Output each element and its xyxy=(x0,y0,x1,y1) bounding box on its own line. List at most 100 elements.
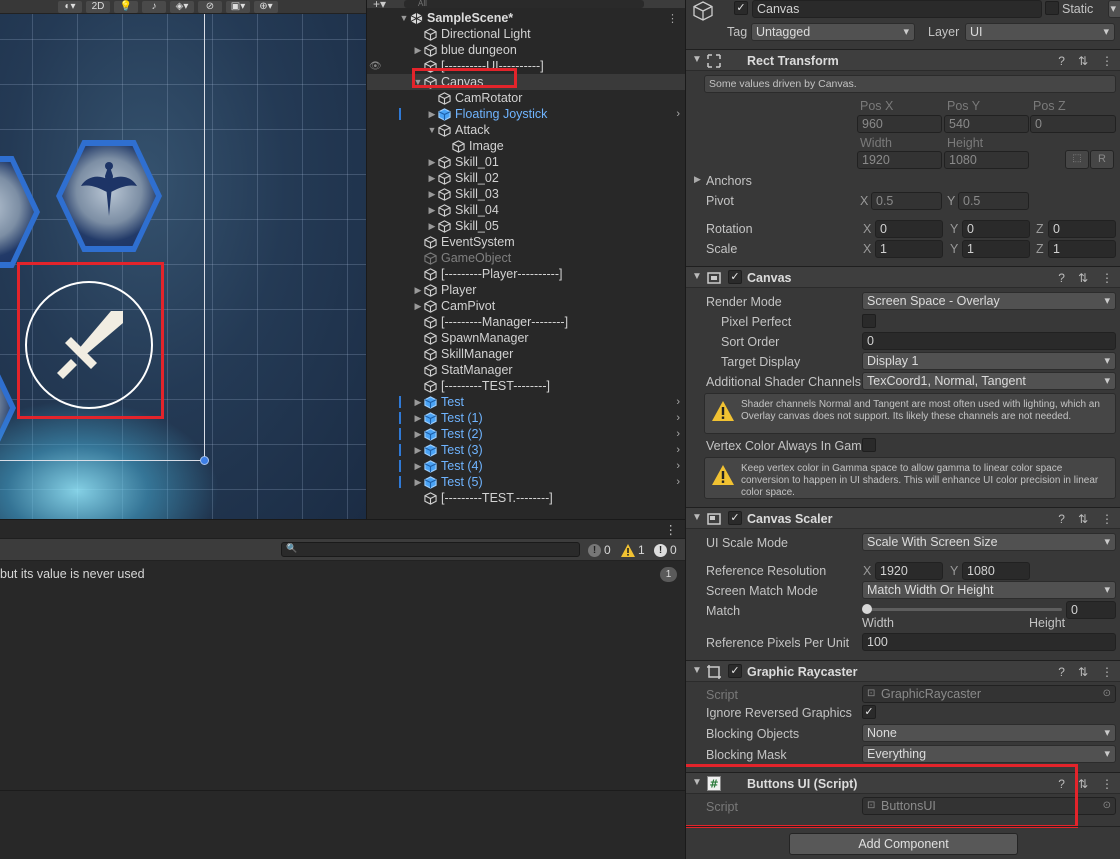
hierarchy-item[interactable]: ▶ Test (5) › xyxy=(367,474,685,490)
scale-y-field[interactable]: 1 xyxy=(962,240,1030,258)
add-component-button[interactable]: Add Component xyxy=(789,833,1018,855)
hierarchy-item[interactable]: ▶ Skill_01 xyxy=(367,154,685,170)
open-prefab-icon[interactable]: › xyxy=(676,476,680,488)
active-checkbox[interactable]: ✓ xyxy=(734,1,748,15)
warning-filter-button[interactable]: 1 xyxy=(621,542,645,558)
hierarchy-item[interactable]: [---------Player----------] xyxy=(367,266,685,282)
sort-order-field[interactable]: 0 xyxy=(862,332,1116,350)
component-menu-icon[interactable]: ⋮ xyxy=(1101,665,1113,679)
reference-ppu-field[interactable]: 100 xyxy=(862,633,1116,651)
error-filter-button[interactable]: ! 0 xyxy=(588,542,611,558)
expand-arrow-icon[interactable]: ▶ xyxy=(427,157,437,168)
hierarchy-item[interactable]: [---------TEST.--------] xyxy=(367,490,685,506)
width-field[interactable]: 1920 xyxy=(857,151,942,169)
graphic-raycaster-enabled-checkbox[interactable]: ✓ xyxy=(728,664,742,678)
hidden-objects-icon[interactable]: ⊘ xyxy=(198,0,222,13)
camera-icon[interactable]: ▣▾ xyxy=(226,0,250,13)
pivot-y-field[interactable]: 0.5 xyxy=(958,192,1029,210)
pos-y-field[interactable]: 540 xyxy=(944,115,1029,133)
expand-arrow-icon[interactable]: ▶ xyxy=(413,413,423,424)
ignore-reversed-checkbox[interactable]: ✓ xyxy=(862,705,876,719)
expand-arrow-icon[interactable]: ▶ xyxy=(427,221,437,232)
pivot-x-field[interactable]: 0.5 xyxy=(871,192,942,210)
static-dropdown[interactable] xyxy=(1108,0,1120,18)
canvas-corner-handle[interactable] xyxy=(200,456,209,465)
pos-x-field[interactable]: 960 xyxy=(857,115,942,133)
2d-toggle-button[interactable]: 2D xyxy=(86,0,110,13)
vertex-color-checkbox[interactable] xyxy=(862,438,876,452)
reference-x-field[interactable]: 1920 xyxy=(875,562,943,580)
expand-arrow-icon[interactable]: ▶ xyxy=(413,477,423,488)
rot-y-field[interactable]: 0 xyxy=(962,220,1030,238)
hierarchy-item[interactable]: ▶ Skill_05 xyxy=(367,218,685,234)
graphic-raycaster-header[interactable]: ▼ ✓ Graphic Raycaster ? ⇅ ⋮ xyxy=(686,660,1120,682)
expand-arrow-icon[interactable]: ▶ xyxy=(427,109,437,120)
object-picker-icon[interactable]: ⊙ xyxy=(1103,798,1111,814)
hierarchy-item[interactable]: [---------TEST--------] xyxy=(367,378,685,394)
expand-arrow-icon[interactable]: ▶ xyxy=(413,301,423,312)
component-menu-icon[interactable]: ⋮ xyxy=(1101,777,1113,791)
hierarchy-item[interactable]: ▶ Test › xyxy=(367,394,685,410)
anchors-label[interactable]: Anchors xyxy=(706,174,752,188)
hierarchy-item[interactable]: ▶ CamPivot xyxy=(367,298,685,314)
hierarchy-item[interactable]: GameObject xyxy=(367,250,685,266)
blocking-mask-dropdown[interactable]: Everything xyxy=(862,745,1116,763)
object-picker-icon[interactable]: ⊙ xyxy=(1103,686,1111,702)
raycaster-script-field[interactable]: ⊡ GraphicRaycaster ⊙ xyxy=(862,685,1116,703)
help-icon[interactable]: ? xyxy=(1058,54,1065,68)
screen-match-mode-dropdown[interactable]: Match Width Or Height xyxy=(862,581,1116,599)
component-menu-icon[interactable]: ⋮ xyxy=(1101,271,1113,285)
audio-icon[interactable]: ♪ xyxy=(142,0,166,13)
layer-dropdown[interactable]: UI xyxy=(965,23,1115,41)
expand-arrow-icon[interactable]: ▶ xyxy=(427,173,437,184)
collapse-arrow-icon[interactable]: ▼ xyxy=(692,512,702,523)
open-prefab-icon[interactable]: › xyxy=(676,460,680,472)
more-icon[interactable]: ⋮ xyxy=(667,12,678,25)
tag-dropdown[interactable]: Untagged xyxy=(751,23,915,41)
hierarchy-item[interactable]: ▶ blue dungeon xyxy=(367,42,685,58)
open-prefab-icon[interactable]: › xyxy=(676,428,680,440)
blocking-objects-dropdown[interactable]: None xyxy=(862,724,1116,742)
hierarchy-item[interactable]: ▶ Test (1) › xyxy=(367,410,685,426)
pos-z-field[interactable]: 0 xyxy=(1030,115,1116,133)
expand-arrow-icon[interactable]: ▼ xyxy=(427,125,437,135)
open-prefab-icon[interactable]: › xyxy=(676,108,680,120)
expand-arrow-icon[interactable]: ▶ xyxy=(413,285,423,296)
hierarchy-item[interactable]: ▶ Test (2) › xyxy=(367,426,685,442)
pixel-perfect-checkbox[interactable] xyxy=(862,314,876,328)
match-slider-thumb[interactable] xyxy=(862,604,872,614)
hierarchy-item[interactable]: SkillManager xyxy=(367,346,685,362)
component-menu-icon[interactable]: ⋮ xyxy=(1101,512,1113,526)
hierarchy-item[interactable]: ▶ Skill_02 xyxy=(367,170,685,186)
add-icon[interactable]: +▾ xyxy=(373,0,386,10)
expand-arrow-icon[interactable]: ▶ xyxy=(413,429,423,440)
hierarchy-item[interactable]: ▶ Skill_03 xyxy=(367,186,685,202)
canvas-scaler-header[interactable]: ▼ ✓ Canvas Scaler ? ⇅ ⋮ xyxy=(686,507,1120,529)
ui-scale-mode-dropdown[interactable]: Scale With Screen Size xyxy=(862,533,1116,551)
height-field[interactable]: 1080 xyxy=(944,151,1029,169)
open-prefab-icon[interactable]: › xyxy=(676,412,680,424)
anchors-arrow-icon[interactable]: ▶ xyxy=(694,174,701,185)
info-filter-button[interactable]: ! 0 xyxy=(654,542,677,558)
reference-y-field[interactable]: 1080 xyxy=(962,562,1030,580)
hierarchy-item[interactable]: ▶ Skill_04 xyxy=(367,202,685,218)
blueprint-mode-button[interactable]: ⬚ xyxy=(1065,150,1089,169)
canvas-scaler-enabled-checkbox[interactable]: ✓ xyxy=(728,511,742,525)
hierarchy-item[interactable]: EventSystem xyxy=(367,234,685,250)
help-icon[interactable]: ? xyxy=(1058,271,1065,285)
inspector-panel[interactable]: ✓ Canvas Static Tag Untagged Layer UI ▼ … xyxy=(685,0,1120,859)
hierarchy-search-input[interactable]: All xyxy=(404,0,645,8)
effects-icon[interactable]: ◈▾ xyxy=(170,0,194,13)
expand-arrow-icon[interactable]: ▶ xyxy=(427,205,437,216)
console-search-input[interactable]: 🔍 xyxy=(281,542,580,557)
hierarchy-item[interactable]: Directional Light xyxy=(367,26,685,42)
canvas-enabled-checkbox[interactable]: ✓ xyxy=(728,270,742,284)
hierarchy-panel[interactable]: +▾ All ▼ SampleScene* ⋮ Directional Ligh… xyxy=(366,0,685,519)
hierarchy-item[interactable]: CamRotator xyxy=(367,90,685,106)
scale-z-field[interactable]: 1 xyxy=(1048,240,1116,258)
object-name-field[interactable]: Canvas xyxy=(752,0,1042,18)
hierarchy-item[interactable]: ▼ Attack xyxy=(367,122,685,138)
rot-z-field[interactable]: 0 xyxy=(1048,220,1116,238)
preset-icon[interactable]: ⇅ xyxy=(1078,512,1088,526)
preset-icon[interactable]: ⇅ xyxy=(1078,54,1088,68)
